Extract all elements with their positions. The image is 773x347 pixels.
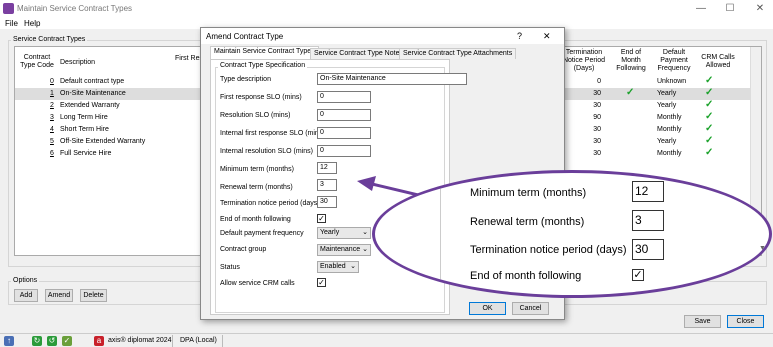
callout-end-of-month-label: End of month following (470, 270, 582, 282)
callout-minimum-term-label: Minimum term (months) (470, 187, 587, 199)
callout-end-of-month-checkbox: ✓ (632, 269, 644, 281)
callout-renewal-term-value: 3 (632, 210, 664, 231)
callout-termination-notice-label: Termination notice period (days) (470, 244, 627, 256)
callout-divider (440, 173, 441, 295)
scroll-down-icon: ▼ (759, 245, 766, 252)
callout-renewal-term-label: Renewal term (months) (470, 216, 585, 228)
callout-minimum-term-value: 12 (632, 181, 664, 202)
callout-arrow (357, 176, 453, 205)
scroll-up-icon: ▲ (759, 195, 766, 202)
zoom-callout: Minimum term (months) 12 Renewal term (m… (372, 170, 772, 298)
callout-termination-notice-value: 30 (632, 239, 664, 260)
